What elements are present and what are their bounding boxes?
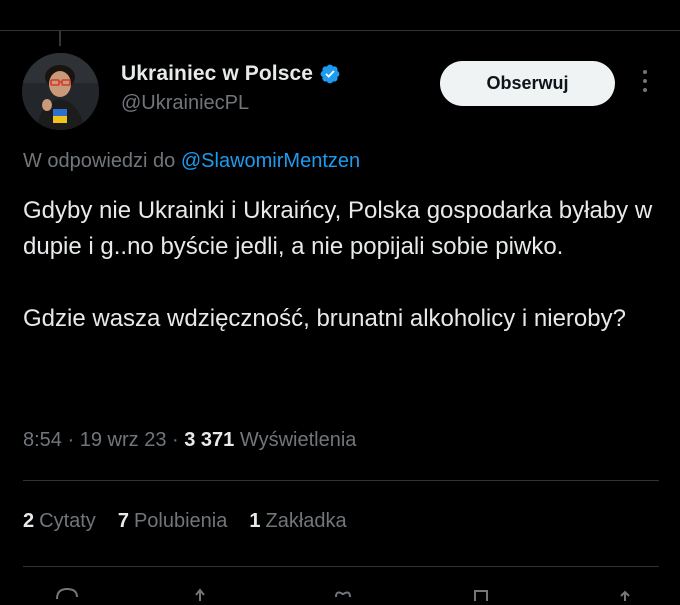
stats-divider-bottom <box>23 566 659 567</box>
avatar-image <box>22 53 99 130</box>
tweet-meta: 8:54 · 19 wrz 23 · 3 371 Wyświetlenia <box>23 429 356 452</box>
author-name-row[interactable]: Ukrainiec w Polsce <box>121 62 341 86</box>
tweet-date[interactable]: 19 wrz 23 <box>80 429 167 451</box>
share-icon[interactable] <box>610 585 640 605</box>
thread-connector-line <box>59 30 61 46</box>
views-count: 3 371 <box>184 429 235 451</box>
bookmarks-label: Zakładka <box>265 510 347 532</box>
reply-icon[interactable] <box>52 585 82 605</box>
reply-prefix: W odpowiedzi do <box>23 150 176 172</box>
reply-mention-link[interactable]: @SlawomirMentzen <box>181 150 360 172</box>
meta-separator: · <box>172 429 179 451</box>
tweet-text: Gdyby nie Ukrainki i Ukraińcy, Polska go… <box>23 193 653 337</box>
tweet-time[interactable]: 8:54 <box>23 429 62 451</box>
avatar[interactable] <box>22 53 99 130</box>
bookmarks-stat[interactable]: 1 Zakładka <box>249 510 346 533</box>
bookmarks-count: 1 <box>249 510 261 532</box>
quotes-count: 2 <box>23 510 35 532</box>
verified-badge-icon[interactable] <box>319 63 341 85</box>
top-divider <box>0 30 680 31</box>
likes-label: Polubienia <box>133 510 228 532</box>
bookmark-icon[interactable] <box>466 585 496 605</box>
meta-separator: · <box>67 429 75 451</box>
engagement-stats: 2 Cytaty 7 Polubienia 1 Zakładka <box>23 510 347 533</box>
quotes-label: Cytaty <box>39 510 96 532</box>
stats-divider-top <box>23 480 659 481</box>
reply-context: W odpowiedzi do @SlawomirMentzen <box>23 150 360 173</box>
more-options-icon[interactable] <box>637 70 653 98</box>
views-label: Wyświetlenia <box>239 429 357 451</box>
author-handle[interactable]: @UkrainiecPL <box>121 92 249 115</box>
likes-count: 7 <box>117 510 129 532</box>
repost-icon[interactable] <box>190 585 220 605</box>
likes-stat[interactable]: 7 Polubienia <box>118 510 228 533</box>
quotes-stat[interactable]: 2 Cytaty <box>23 510 96 533</box>
tweet-paragraph-1: Gdyby nie Ukrainki i Ukraińcy, Polska go… <box>23 197 653 260</box>
author-display-name[interactable]: Ukrainiec w Polsce <box>121 62 313 86</box>
tweet-paragraph-2: Gdzie wasza wdzięczność, brunatni alkoho… <box>23 305 626 332</box>
follow-button[interactable]: Obserwuj <box>440 61 615 106</box>
heart-icon[interactable] <box>328 585 358 605</box>
